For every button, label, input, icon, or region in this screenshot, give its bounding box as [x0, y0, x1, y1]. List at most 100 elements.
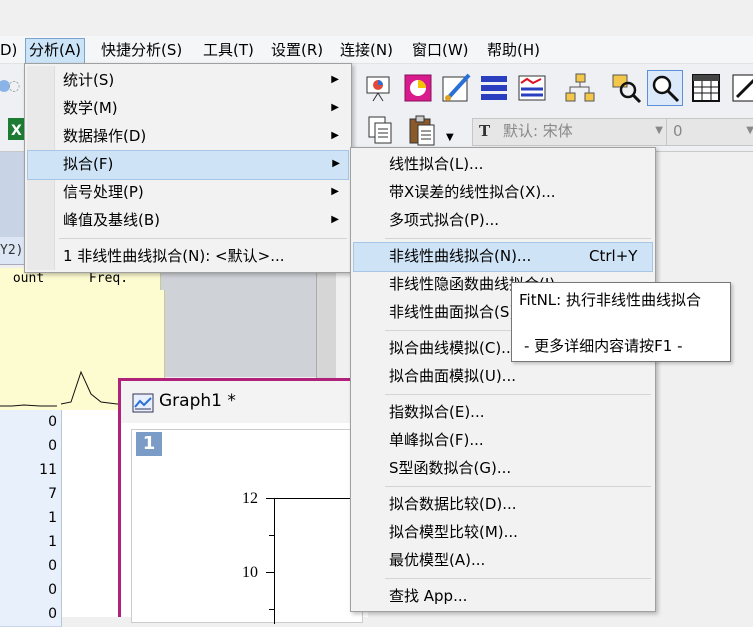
- menu-item-sigmoidal-fit[interactable]: S型函数拟合(G)...: [353, 454, 651, 482]
- fit-submenu: 线性拟合(L)... 带X误差的线性拟合(X)... 多项式拟合(P)... 非…: [350, 147, 656, 612]
- menu-separator: [59, 238, 347, 239]
- table-cell[interactable]: 0: [0, 602, 62, 627]
- font-select[interactable]: T 默认: 宋体 ▼: [472, 118, 670, 146]
- chevron-down-icon[interactable]: ▼: [446, 132, 456, 146]
- chevron-right-icon: ▶: [331, 214, 339, 225]
- chevron-right-icon: ▶: [332, 158, 340, 169]
- menu-item-label: 指数拟合(E)...: [389, 403, 485, 421]
- menu-item-single-peak-fit[interactable]: 单峰拟合(F)...: [353, 426, 651, 454]
- y-tick: [266, 572, 274, 573]
- menu-item-compare-datasets[interactable]: 拟合数据比较(D)...: [353, 490, 651, 518]
- menu-item-linear-fit-xerror[interactable]: 带X误差的线性拟合(X)...: [353, 178, 651, 206]
- paste-icon[interactable]: [404, 112, 440, 148]
- menu-item-data-manipulation[interactable]: 数据操作(D) ▶: [27, 122, 347, 150]
- menu-tools[interactable]: 工具(T): [200, 38, 257, 62]
- menu-separator: [385, 238, 651, 239]
- menu-bar: D) 分析(A) 快捷分析(S) 工具(T) 设置(R) 连接(N) 窗口(W)…: [0, 36, 753, 64]
- magnifier-icon[interactable]: [647, 70, 683, 106]
- y-tick-label: 12: [242, 490, 258, 507]
- chevron-right-icon: ▶: [331, 186, 339, 197]
- menu-item-polynomial-fit[interactable]: 多项式拟合(P)...: [353, 206, 651, 234]
- tooltip-title: FitNL: 执行非线性曲线拟合: [519, 291, 701, 309]
- menu-item-fitting[interactable]: 拟合(F) ▶: [27, 150, 349, 180]
- sheet-cell[interactable]: [57, 338, 165, 363]
- menu-separator: [385, 578, 651, 579]
- sparkline-cell[interactable]: [0, 362, 62, 411]
- menu-item-nonlinear-curve-fit[interactable]: 非线性曲线拟合(N)... Ctrl+Y: [353, 242, 653, 272]
- menu-item-label: 最优模型(A)...: [389, 551, 486, 569]
- menu-data[interactable]: D): [0, 38, 20, 62]
- layers-icon[interactable]: [476, 70, 512, 106]
- pie-chart-icon[interactable]: [400, 70, 436, 106]
- stacked-lines-icon[interactable]: [514, 70, 550, 106]
- menu-item-label: 统计(S): [63, 71, 115, 89]
- menu-item-label: 拟合数据比较(D)...: [389, 495, 517, 513]
- table-cell[interactable]: 0: [0, 554, 62, 579]
- sheet-cell[interactable]: [0, 314, 62, 339]
- chevron-down-icon: ▼: [655, 125, 663, 136]
- menu-item-exponential-fit[interactable]: 指数拟合(E)...: [353, 398, 651, 426]
- menu-quick-analysis[interactable]: 快捷分析(S): [98, 38, 185, 62]
- menu-settings[interactable]: 设置(R): [268, 38, 326, 62]
- svg-text:X: X: [11, 123, 22, 139]
- menu-item-find-app[interactable]: 查找 App...: [353, 582, 651, 610]
- menu-window[interactable]: 窗口(W): [409, 38, 472, 62]
- sheet-cell[interactable]: [57, 314, 165, 339]
- menu-item-signal-processing[interactable]: 信号处理(P) ▶: [27, 178, 347, 206]
- menu-item-label: 线性拟合(L)...: [389, 155, 484, 173]
- menu-item-statistics[interactable]: 统计(S) ▶: [27, 66, 347, 94]
- menu-item-label: 1 非线性曲线拟合(N): <默认>...: [63, 247, 285, 265]
- font-size-select[interactable]: 0 ▼: [666, 118, 753, 146]
- y-tick: [266, 498, 274, 499]
- chevron-down-icon: ▼: [746, 125, 753, 136]
- graph-window-icon: [132, 393, 154, 413]
- menu-item-label: 非线性曲面拟合(S)...: [389, 303, 530, 321]
- menu-item-label: 峰值及基线(B): [63, 211, 160, 229]
- y-tick-label: 10: [242, 564, 258, 581]
- layer-indicator[interactable]: 1: [136, 432, 162, 456]
- menu-item-label: 多项式拟合(P)...: [389, 211, 500, 229]
- menu-item-peaks-baseline[interactable]: 峰值及基线(B) ▶: [27, 206, 347, 234]
- menu-item-compare-models[interactable]: 拟合模型比较(M)...: [353, 518, 651, 546]
- sheet-cell[interactable]: [0, 290, 62, 315]
- brush-icon[interactable]: [438, 70, 474, 106]
- partial-column-label: Y2): [0, 243, 24, 258]
- menu-analysis[interactable]: 分析(A): [25, 38, 85, 64]
- hierarchy-icon[interactable]: [562, 70, 598, 106]
- edit-sheet-icon[interactable]: [728, 70, 753, 106]
- menu-item-label: 带X误差的线性拟合(X)...: [389, 183, 556, 201]
- tooltip: FitNL: 执行非线性曲线拟合 - 更多详细内容请按F1 -: [511, 282, 731, 362]
- menu-item-rank-models[interactable]: 最优模型(A)...: [353, 546, 651, 574]
- table-cell[interactable]: 1: [0, 506, 62, 531]
- chevron-right-icon: ▶: [331, 130, 339, 141]
- menu-item-simulate-surface[interactable]: 拟合曲面模拟(U)...: [353, 362, 651, 390]
- sheet-cell[interactable]: [57, 290, 165, 315]
- menu-item-math[interactable]: 数学(M) ▶: [27, 94, 347, 122]
- table-cell[interactable]: 0: [0, 434, 62, 459]
- menu-connect[interactable]: 连接(N): [337, 38, 396, 62]
- graph-window[interactable]: Graph1 * 1 12 10: [118, 378, 371, 624]
- table-cell[interactable]: 0: [0, 578, 62, 603]
- menu-item-linear-fit[interactable]: 线性拟合(L)...: [353, 150, 651, 178]
- table-cell[interactable]: 11: [0, 458, 62, 483]
- menu-item-recent-nlfit[interactable]: 1 非线性曲线拟合(N): <默认>...: [27, 242, 347, 270]
- tooltip-hint: - 更多详细内容请按F1 -: [524, 337, 683, 355]
- table-cell[interactable]: 1: [0, 530, 62, 555]
- table-cell[interactable]: 0: [0, 410, 62, 435]
- y-axis-line: [274, 498, 275, 624]
- menu-item-shortcut: Ctrl+Y: [589, 247, 638, 265]
- menu-separator: [385, 486, 651, 487]
- graph-page[interactable]: 1 12 10: [131, 429, 364, 624]
- menu-help[interactable]: 帮助(H): [484, 38, 543, 62]
- copy-icon[interactable]: [362, 112, 398, 148]
- font-select-value: 默认: 宋体: [502, 122, 573, 140]
- presentation-icon[interactable]: [360, 70, 396, 106]
- menu-item-label: 拟合曲线模拟(C)...: [389, 339, 516, 357]
- font-size-value: 0: [673, 122, 683, 140]
- menu-item-label: 拟合模型比较(M)...: [389, 523, 518, 541]
- table-cell[interactable]: 7: [0, 482, 62, 507]
- graph-title-bar[interactable]: Graph1 *: [121, 381, 371, 423]
- sheet-cell[interactable]: [0, 338, 62, 363]
- worksheet-grid-icon[interactable]: [688, 70, 724, 106]
- zoom-data-icon[interactable]: [608, 70, 644, 106]
